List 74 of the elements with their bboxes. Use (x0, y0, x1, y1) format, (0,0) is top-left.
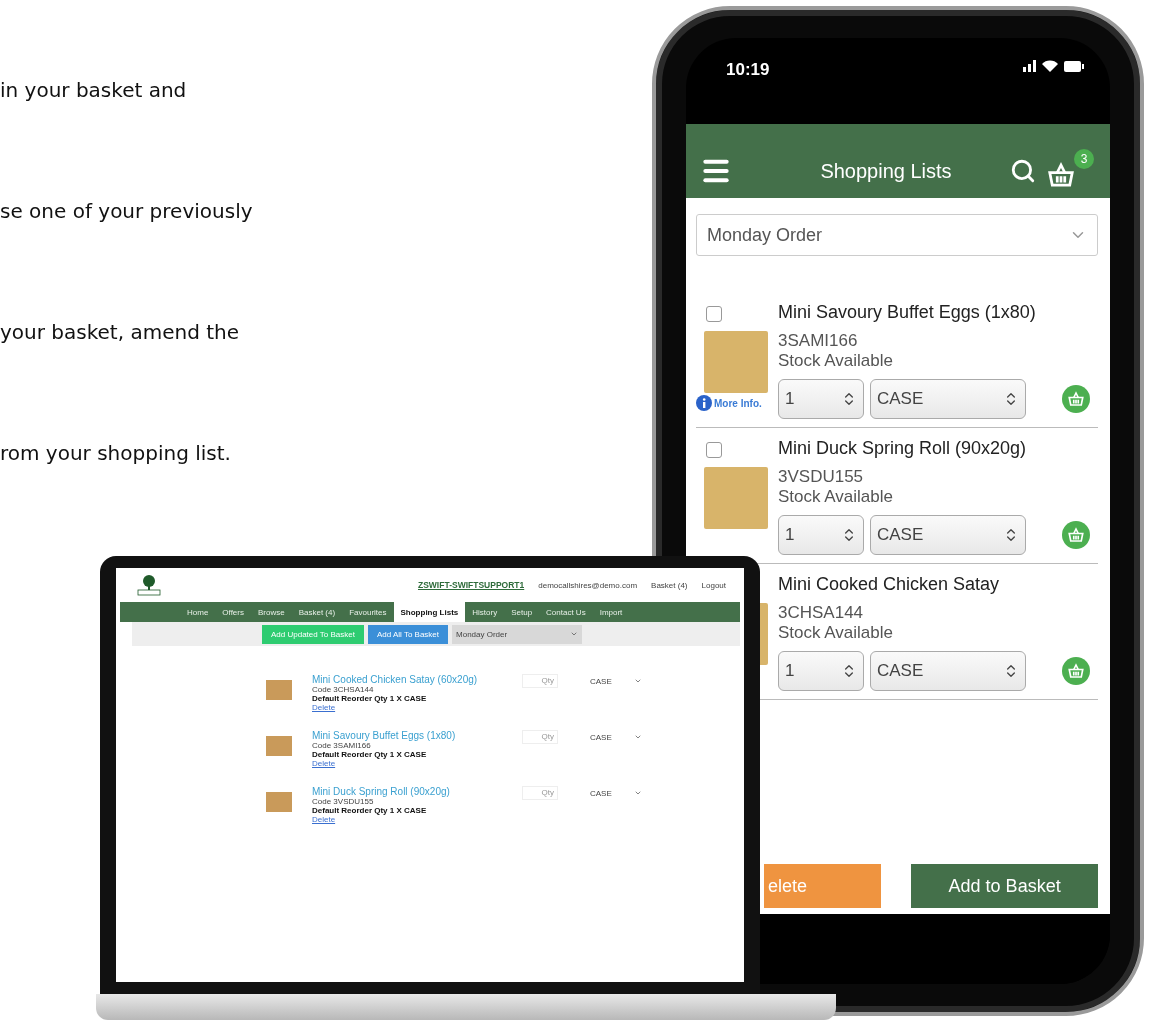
unit-select[interactable]: CASE (588, 786, 644, 800)
battery-icon (1064, 61, 1084, 72)
wifi-icon (1042, 60, 1058, 72)
intro-text: rom your shopping list. (0, 441, 232, 465)
chevron-down-icon (634, 789, 642, 797)
screen-title: Shopping Lists (819, 159, 953, 183)
nav-tab[interactable]: Import (592, 602, 630, 622)
product-code: 3CHSA144 (778, 603, 865, 623)
product-name: Mini Cooked Chicken Satay (778, 574, 1001, 595)
quantity-field[interactable]: 1 (778, 379, 864, 419)
unit-select[interactable]: CASE (870, 379, 1026, 419)
add-to-basket-icon[interactable] (1062, 385, 1090, 413)
info-icon[interactable] (696, 395, 712, 411)
nav-tab[interactable]: Favourites (342, 602, 394, 622)
quantity-field[interactable]: Qty (522, 730, 558, 744)
basket-count-badge: 3 (1074, 149, 1094, 169)
unit-select[interactable]: CASE (870, 515, 1026, 555)
unit-select[interactable]: CASE (588, 730, 644, 744)
stock-status: Stock Available (778, 487, 894, 507)
product-name: Mini Duck Spring Roll (90x20g) (778, 438, 1028, 459)
product-code: Code 3SAMI166 (312, 741, 372, 750)
stock-status: Stock Available (778, 623, 894, 643)
nav-tab[interactable]: Setup (504, 602, 540, 622)
quantity-field[interactable]: 1 (778, 651, 864, 691)
list-select[interactable]: Monday Order (696, 214, 1098, 256)
intro-text: se one of your previously (0, 199, 253, 223)
product-link[interactable]: Mini Cooked Chicken Satay (60x20g) (312, 674, 502, 685)
logout-link[interactable]: Logout (701, 580, 726, 590)
nav-tab[interactable]: History (465, 602, 505, 622)
user-email: democallshires@demo.com (538, 580, 638, 590)
chevron-down-icon (570, 630, 579, 638)
product-link[interactable]: Mini Savoury Buffet Eggs (1x80) (312, 730, 502, 741)
more-info-link[interactable]: More Info. (714, 397, 762, 409)
quantity-field[interactable]: Qty (522, 786, 558, 800)
list-select[interactable]: Monday Order (452, 624, 583, 644)
reorder-quantity: Default Reorder Qty 1 X CASE (312, 750, 428, 759)
chevron-down-icon (634, 733, 642, 741)
nav-tab[interactable]: Shopping Lists (393, 602, 466, 622)
stock-status: Stock Available (778, 351, 894, 371)
tree-logo (136, 574, 162, 596)
intro-text: your basket, amend the (0, 320, 241, 344)
product-link[interactable]: Mini Duck Spring Roll (90x20g) (312, 786, 502, 797)
nav-tab[interactable]: Contact Us (539, 602, 593, 622)
intro-text: in your basket and (0, 78, 188, 102)
quantity-field[interactable]: 1 (778, 515, 864, 555)
nav-tab[interactable]: Browse (251, 602, 292, 622)
signal-icon (1023, 60, 1036, 72)
delete-link[interactable]: Delete (312, 815, 336, 824)
add-all-button[interactable]: Add All To Basket (367, 624, 449, 644)
chevron-down-icon (634, 677, 642, 685)
nav-tab[interactable]: Basket (4) (291, 602, 343, 622)
delete-link[interactable]: Delete (312, 759, 336, 768)
add-to-basket-icon[interactable] (1062, 521, 1090, 549)
basket-link[interactable]: Basket (4) (651, 580, 688, 590)
delete-link[interactable]: Delete (312, 703, 336, 712)
search-icon[interactable] (1010, 158, 1036, 184)
reorder-quantity: Default Reorder Qty 1 X CASE (312, 806, 428, 815)
unit-select[interactable]: CASE (870, 651, 1026, 691)
account-link[interactable]: ZSWIFT-SWIFTSUPPORT1 (418, 580, 525, 590)
add-to-basket-icon[interactable] (1062, 657, 1090, 685)
unit-select[interactable]: CASE (588, 674, 644, 688)
status-time: 10:19 (726, 60, 770, 80)
add-to-basket-button[interactable]: Add to Basket (911, 864, 1098, 908)
item-checkbox[interactable] (706, 306, 722, 322)
product-code: 3SAMI166 (778, 331, 859, 351)
product-code: 3VSDU155 (778, 467, 865, 487)
product-code: Code 3VSDU155 (312, 797, 375, 806)
quantity-field[interactable]: Qty (522, 674, 558, 688)
item-checkbox[interactable] (706, 442, 722, 458)
product-name: Mini Savoury Buffet Eggs (1x80) (778, 302, 1037, 323)
product-code: Code 3CHSA144 (312, 685, 375, 694)
reorder-quantity: Default Reorder Qty 1 X CASE (312, 694, 428, 703)
nav-tab[interactable]: Offers (215, 602, 251, 622)
nav-tab[interactable]: Home (180, 602, 216, 622)
